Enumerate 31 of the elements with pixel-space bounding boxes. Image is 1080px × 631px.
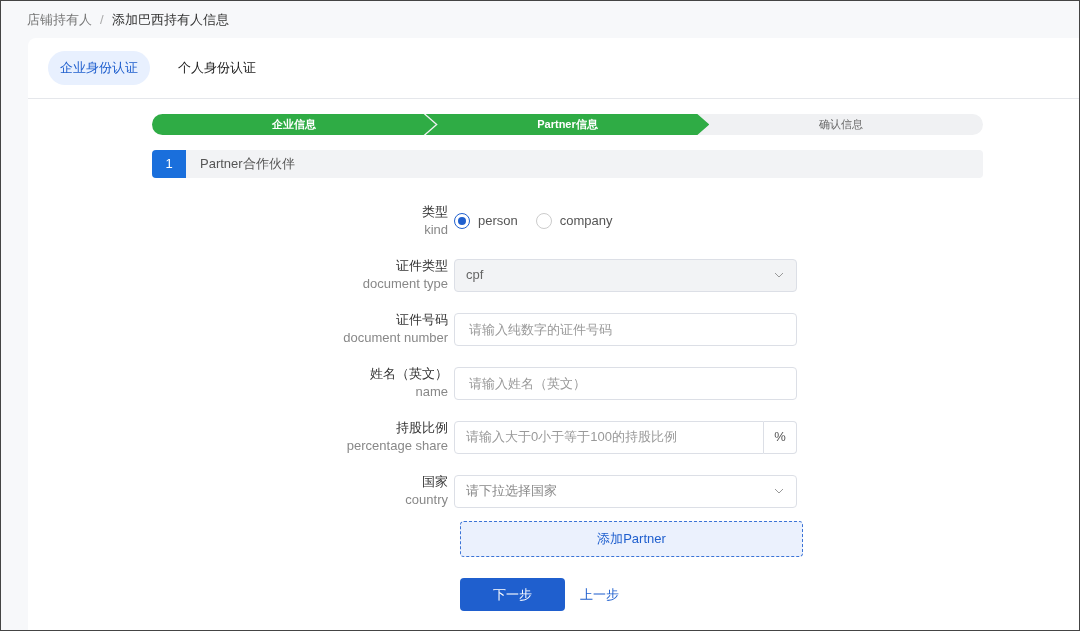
progress-step: Partner信息 bbox=[425, 114, 710, 135]
field-sublabel: document number bbox=[343, 329, 448, 347]
breadcrumb-item[interactable]: 店铺持有人 bbox=[27, 9, 92, 30]
field-label: 国家 bbox=[422, 473, 448, 491]
field-sublabel: name bbox=[415, 383, 448, 401]
field-label: 类型 bbox=[422, 203, 448, 221]
tab[interactable]: 个人身份认证 bbox=[166, 51, 268, 85]
field-label: 证件类型 bbox=[396, 257, 448, 275]
breadcrumb-item: 添加巴西持有人信息 bbox=[111, 10, 229, 29]
previous-link[interactable]: 上一步 bbox=[580, 584, 619, 605]
field-label: 持股比例 bbox=[396, 419, 448, 437]
field-label: 证件号码 bbox=[396, 311, 448, 329]
radio-option[interactable]: company bbox=[535, 211, 613, 231]
input-field[interactable]: 请输入纯数字的证件号码 bbox=[454, 312, 797, 346]
field-sublabel: country bbox=[405, 491, 448, 509]
section-number: 1 bbox=[152, 150, 186, 178]
progress-step: 企业信息 bbox=[152, 114, 436, 135]
field-sublabel: percentage share bbox=[346, 437, 448, 455]
next-button[interactable]: 下一步 bbox=[460, 578, 565, 611]
field-sublabel: document type bbox=[362, 275, 448, 293]
add-partner-button[interactable]: 添加Partner bbox=[460, 521, 803, 557]
unit-suffix: % bbox=[764, 420, 797, 454]
tab[interactable]: 企业身份认证 bbox=[48, 51, 150, 85]
breadcrumb-separator: / bbox=[100, 10, 104, 29]
radio-option[interactable]: person bbox=[454, 211, 518, 231]
input-field[interactable]: 请输入大于0小于等于100的持股比例 bbox=[454, 420, 764, 454]
field-sublabel: kind bbox=[424, 221, 448, 239]
section-title: Partner合作伙伴 bbox=[200, 155, 295, 174]
field-label: 姓名（英文） bbox=[370, 365, 448, 383]
select-field[interactable]: 请下拉选择国家 bbox=[454, 474, 797, 508]
input-field[interactable]: 请输入姓名（英文） bbox=[454, 366, 797, 400]
